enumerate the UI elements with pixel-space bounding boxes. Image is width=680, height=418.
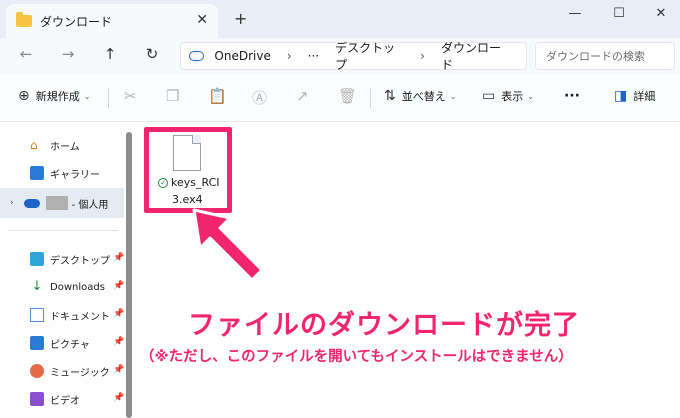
refresh-icon[interactable]: ↻ [140,45,164,63]
videos-icon [30,392,44,406]
view-label: 表示 [501,90,524,103]
sidebar-scrollbar[interactable] [126,132,132,418]
sidebar-item-home[interactable]: ⌂ ホーム [30,136,80,154]
plus-circle-icon: ⊕ [18,88,30,104]
file-name-line1[interactable]: keys_RCI [171,176,220,189]
pin-icon[interactable]: 📌 [113,365,124,375]
new-button[interactable]: ⊕ 新規作成 ⌄ [18,88,90,104]
annotation-headline: ファイルのダウンロードが完了 [188,310,580,341]
tab-close-button[interactable]: ✕ [196,12,208,28]
up-arrow-icon[interactable]: ↑ [98,45,122,63]
navigation-pane: ⌂ ホーム ギャラリー › - 個人用 デスクトップ 📌 ↓ Downloads… [0,122,132,418]
navigation-bar: ← → ↑ ↻ OneDrive › ··· デスクトップ › ダウンロード ダ… [0,38,680,74]
sidebar-item-videos[interactable]: ビデオ [30,390,80,408]
sidebar-item-pictures[interactable]: ピクチャ [30,334,90,352]
view-icon: ▭ [482,88,496,104]
chevron-down-icon: ⌄ [527,91,534,101]
tab-downloads[interactable]: ダウンロード ✕ [6,4,218,38]
maximize-button[interactable]: ☐ [604,6,634,21]
breadcrumb-overflow[interactable]: ··· [308,49,319,63]
share-icon[interactable]: ↗ [296,87,309,105]
blurred-username [45,196,68,210]
command-bar: ⊕ 新規作成 ⌄ ✂ ❐ 📋 Ⓐ ↗ 🗑 ⇅ 並べ替え ⌄ ▭ 表示 ⌄ ···… [0,74,680,122]
chevron-down-icon: ⌄ [449,91,457,101]
file-icon[interactable] [173,135,201,171]
breadcrumb-separator: › [420,49,425,63]
pin-icon[interactable]: 📌 [113,337,124,347]
more-options-button[interactable]: ··· [564,88,580,104]
cut-icon[interactable]: ✂ [124,87,137,105]
sidebar-divider [8,230,118,231]
sidebar-item-label: ホーム [50,141,80,153]
sidebar-item-music[interactable]: ミュージック [30,362,110,380]
gallery-icon [30,166,44,180]
sidebar-item-label: Downloads [50,281,105,293]
copy-icon[interactable]: ❐ [166,87,179,105]
desktop-icon [30,252,44,266]
pin-icon[interactable]: 📌 [113,253,124,263]
details-pane-icon: ◨ [614,88,628,104]
address-bar[interactable]: OneDrive › ··· デスクトップ › ダウンロード [180,39,527,73]
chevron-right-icon: › [10,198,14,208]
breadcrumb-desktop[interactable]: デスクトップ [335,39,404,73]
onedrive-cloud-icon [189,51,205,61]
sidebar-item-label: デスクトップ [50,255,110,267]
search-input[interactable]: ダウンロードの検索 [535,42,675,70]
view-button[interactable]: ▭ 表示 ⌄ [482,88,534,104]
sidebar-item-label: ピクチャ [50,339,90,351]
breadcrumb-separator: › [286,49,292,63]
sort-label: 並べ替え [401,90,446,103]
divider [370,88,371,108]
sort-button[interactable]: ⇅ 並べ替え ⌄ [384,88,456,104]
download-arrow-icon: ↓ [31,279,43,294]
sidebar-item-label: ギャラリー [50,169,100,181]
new-tab-button[interactable]: + [234,9,247,28]
breadcrumb-downloads[interactable]: ダウンロード [441,39,510,73]
sort-icon: ⇅ [384,88,396,104]
rename-icon[interactable]: Ⓐ [252,87,267,108]
breadcrumb-onedrive[interactable]: OneDrive [214,49,270,63]
details-label: 詳細 [633,90,656,103]
forward-arrow-icon[interactable]: → [56,45,80,63]
sidebar-item-label: - 個人用 [71,199,109,211]
sidebar-item-gallery[interactable]: ギャラリー [30,164,100,182]
delete-icon[interactable]: 🗑 [338,87,357,105]
sidebar-item-onedrive[interactable]: › - 個人用 [10,194,108,212]
paste-icon[interactable]: 📋 [208,87,227,105]
home-icon: ⌂ [30,138,38,152]
sidebar-item-label: ビデオ [50,395,80,407]
documents-icon [30,308,44,322]
sidebar-item-desktop[interactable]: デスクトップ [30,250,110,268]
back-arrow-icon[interactable]: ← [14,45,38,63]
title-bar: ダウンロード ✕ + — ☐ ✕ [0,0,680,38]
annotation-subline: （※ただし、このファイルを開いてもインストールはできません） [140,349,573,365]
chevron-down-icon: ⌄ [83,91,91,101]
sync-check-icon: ✓ [158,178,168,188]
divider [108,88,109,108]
folder-icon [16,12,32,27]
pointer-arrow-icon [192,208,264,282]
sidebar-item-label: ドキュメント [50,311,110,323]
pin-icon[interactable]: 📌 [113,309,124,319]
tab-title: ダウンロード [40,14,113,29]
pin-icon[interactable]: 📌 [113,281,124,291]
new-label: 新規作成 [35,90,80,103]
minimize-button[interactable]: — [560,6,590,21]
sidebar-item-downloads[interactable]: ↓ Downloads [30,278,105,296]
sidebar-item-documents[interactable]: ドキュメント [30,306,110,324]
sidebar-item-label: ミュージック [50,367,110,379]
pictures-icon [30,336,44,350]
close-button[interactable]: ✕ [646,6,676,21]
pin-icon[interactable]: 📌 [113,393,124,403]
file-name-line2[interactable]: 3.ex4 [172,193,203,206]
onedrive-cloud-icon [23,198,40,208]
music-icon [30,364,44,378]
details-button[interactable]: ◨ 詳細 [614,88,655,104]
